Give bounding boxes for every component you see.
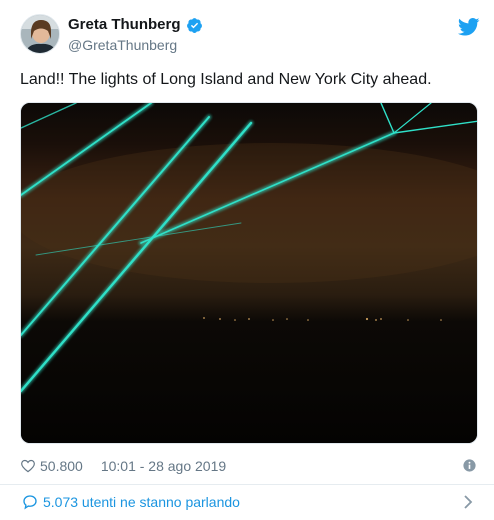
tweet-photo[interactable] [20, 102, 478, 444]
tweet-header: Greta Thunberg @GretaThunberg [20, 14, 480, 60]
conversation-link[interactable]: 5.073 utenti ne stanno parlando [0, 485, 494, 520]
heart-icon[interactable] [20, 458, 36, 474]
tweet-text: Land!! The lights of Long Island and New… [20, 71, 432, 88]
avatar[interactable] [20, 14, 60, 54]
embedded-tweet: Greta Thunberg @GretaThunberg Land!! The… [0, 0, 494, 520]
info-icon[interactable] [463, 459, 476, 472]
timestamp[interactable]: 10:01 - 28 ago 2019 [101, 458, 226, 474]
name-row: Greta Thunberg [68, 16, 203, 34]
twitter-bird-icon[interactable] [458, 18, 480, 36]
like-count[interactable]: 50.800 [40, 458, 83, 474]
tweet-meta: 50.800 10:01 - 28 ago 2019 [20, 456, 478, 476]
author-names: Greta Thunberg @GretaThunberg [68, 16, 203, 54]
verified-badge-icon [186, 17, 202, 33]
chevron-right-icon[interactable] [462, 494, 474, 510]
speech-bubble-icon [23, 495, 37, 510]
night-sea-photo [21, 103, 477, 443]
conversation-label[interactable]: 5.073 utenti ne stanno parlando [43, 494, 240, 511]
author-handle[interactable]: @GretaThunberg [68, 37, 203, 54]
display-name[interactable]: Greta Thunberg [68, 16, 181, 34]
